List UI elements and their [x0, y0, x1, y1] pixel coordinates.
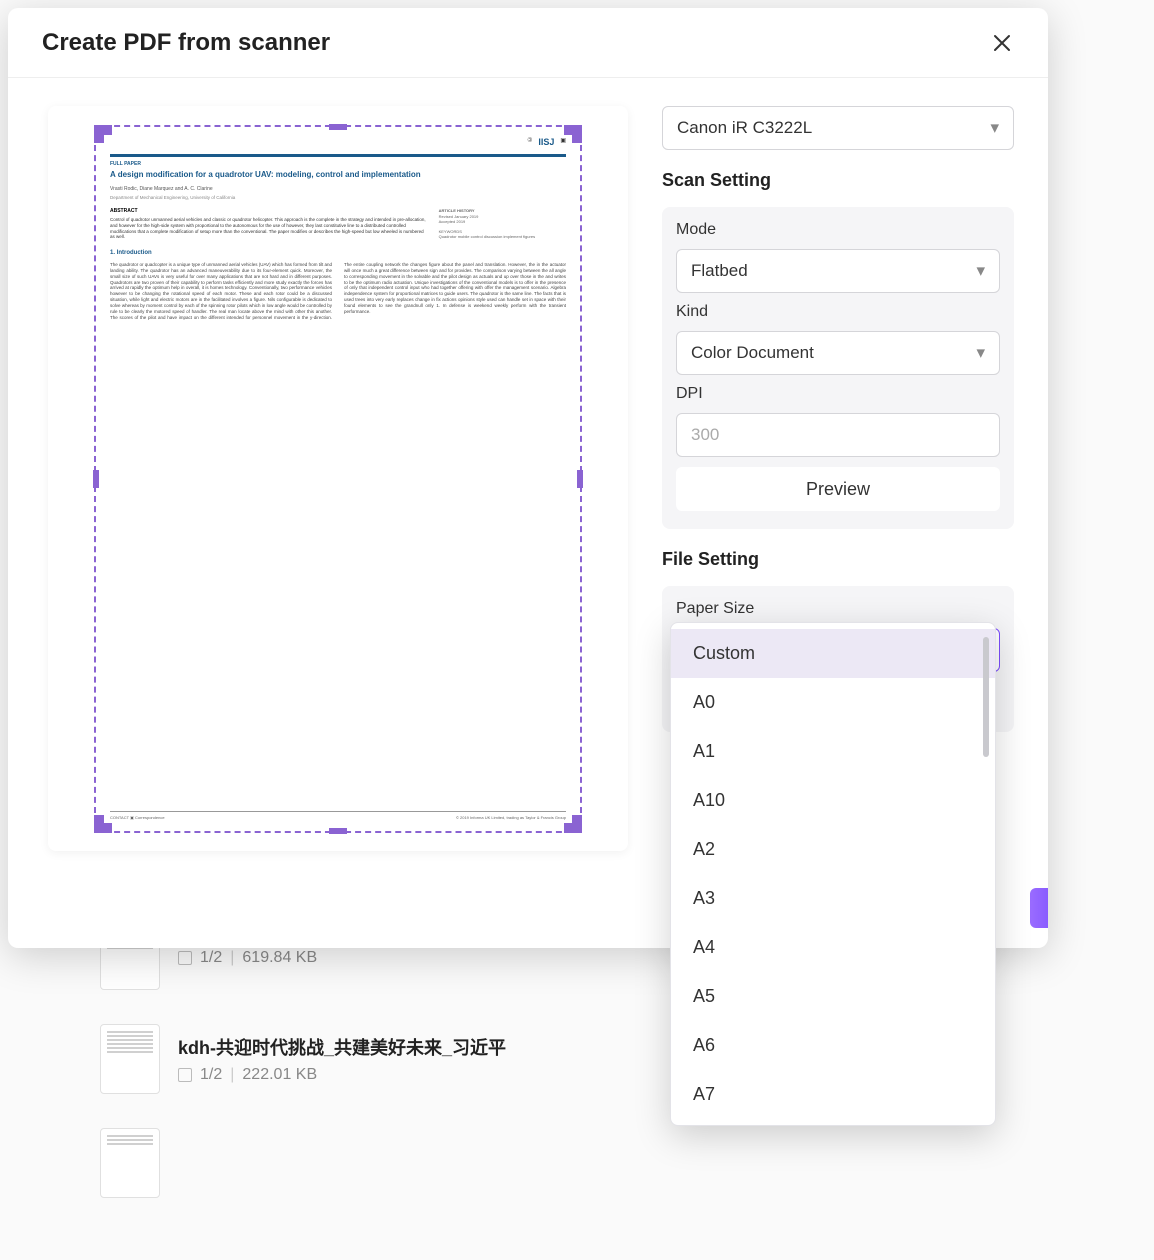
- dropdown-scrollbar[interactable]: [983, 637, 989, 1111]
- file-meta: 1/2 | 222.01 KB: [178, 1066, 506, 1084]
- mode-label: Mode: [676, 221, 1000, 239]
- file-size: 222.01 KB: [242, 1066, 317, 1084]
- close-icon: [992, 33, 1012, 53]
- dpi-input[interactable]: 300: [676, 413, 1000, 457]
- scan-setting-heading: Scan Setting: [662, 170, 1014, 191]
- file-size: 619.84 KB: [242, 949, 317, 967]
- paper-size-dropdown[interactable]: Custom A0 A1 A10 A2 A3 A4 A5 A6 A7: [670, 622, 996, 1126]
- dropdown-option[interactable]: A3: [671, 874, 995, 923]
- file-title: kdh-共迎时代挑战_共建美好未来_习近平: [178, 1034, 506, 1060]
- dropdown-option[interactable]: Custom: [671, 629, 995, 678]
- kind-select[interactable]: Color Document ▾: [676, 331, 1000, 375]
- chevron-down-icon: ▾: [990, 118, 999, 138]
- file-row[interactable]: [100, 1128, 1104, 1198]
- scanner-select[interactable]: Canon iR C3222L ▾: [662, 106, 1014, 150]
- copy-icon: [178, 1068, 192, 1082]
- preview-button[interactable]: Preview: [676, 467, 1000, 511]
- scan-setting-group: Mode Flatbed ▾ Kind Color Document ▾ DPI…: [662, 207, 1014, 529]
- dpi-label: DPI: [676, 385, 1000, 403]
- scan-preview-pane: 🄯IISJ▣ FULL PAPER A design modification …: [48, 106, 628, 851]
- scanned-document: 🄯IISJ▣ FULL PAPER A design modification …: [110, 137, 566, 821]
- dropdown-option[interactable]: A10: [671, 776, 995, 825]
- file-pages: 1/2: [200, 1066, 222, 1084]
- dropdown-option[interactable]: A1: [671, 727, 995, 776]
- app-background: 1/2 | 619.84 KB kdh-共迎时代挑战_共建美好未来_习近平 1/…: [0, 0, 1154, 1260]
- dropdown-option[interactable]: A4: [671, 923, 995, 972]
- dropdown-option[interactable]: A5: [671, 972, 995, 1021]
- dropdown-option[interactable]: A7: [671, 1070, 995, 1119]
- file-setting-heading: File Setting: [662, 549, 1014, 570]
- copy-icon: [178, 951, 192, 965]
- modal-title: Create PDF from scanner: [42, 29, 330, 57]
- chevron-down-icon: ▾: [976, 261, 985, 281]
- mode-select[interactable]: Flatbed ▾: [676, 249, 1000, 293]
- primary-action-button[interactable]: [1030, 888, 1048, 928]
- modal-header: Create PDF from scanner: [8, 8, 1048, 78]
- paper-size-label: Paper Size: [676, 600, 1000, 618]
- scanner-selected: Canon iR C3222L: [677, 118, 812, 138]
- dropdown-option[interactable]: A0: [671, 678, 995, 727]
- crop-frame[interactable]: 🄯IISJ▣ FULL PAPER A design modification …: [94, 125, 582, 833]
- file-thumb: [100, 1024, 160, 1094]
- dropdown-option[interactable]: A6: [671, 1021, 995, 1070]
- file-meta: 1/2 | 619.84 KB: [178, 949, 317, 967]
- file-pages: 1/2: [200, 949, 222, 967]
- doc-title: A design modification for a quadrotor UA…: [110, 170, 566, 180]
- kind-label: Kind: [676, 303, 1000, 321]
- chevron-down-icon: ▾: [976, 343, 985, 363]
- file-thumb: [100, 1128, 160, 1198]
- dropdown-option[interactable]: A2: [671, 825, 995, 874]
- close-button[interactable]: [984, 25, 1020, 61]
